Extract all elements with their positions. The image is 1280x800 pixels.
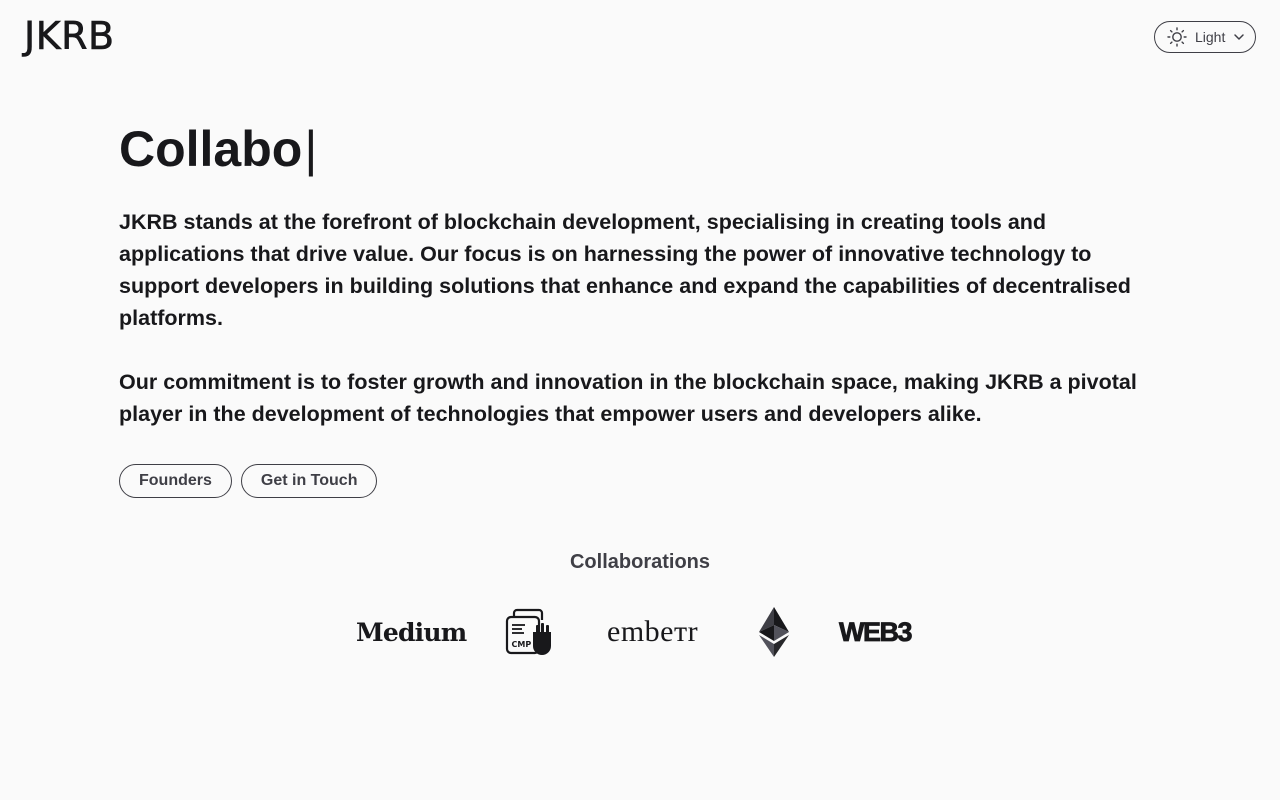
- founders-button[interactable]: Founders: [119, 464, 232, 498]
- partner-logos: Medium CMP embeтr WEB3: [0, 606, 1280, 658]
- page-title: Collabo|: [119, 116, 1161, 182]
- typed-headline: Collabo: [119, 121, 303, 177]
- theme-toggle-label: Light: [1195, 29, 1226, 45]
- cmp-logo[interactable]: CMP: [505, 608, 555, 656]
- typing-cursor: |: [304, 121, 318, 177]
- embetr-logo[interactable]: embeтr: [607, 615, 698, 648]
- collaborations-heading: Collaborations: [569, 551, 710, 573]
- web3-logo[interactable]: WEB3: [839, 616, 913, 648]
- site-header: JKRB Light: [0, 0, 1280, 76]
- get-in-touch-button[interactable]: Get in Touch: [240, 464, 378, 498]
- hero-section: Collabo| JKRB stands at the forefront of…: [119, 116, 1161, 498]
- theme-toggle-button[interactable]: Light: [1154, 21, 1256, 53]
- medium-logo[interactable]: Medium: [356, 616, 467, 648]
- cta-buttons: Founders Get in Touch: [119, 464, 1161, 498]
- commitment-paragraph: Our commitment is to foster growth and i…: [119, 370, 1137, 426]
- ethereum-icon[interactable]: [758, 607, 790, 657]
- chevron-down-icon: [1233, 31, 1245, 43]
- site-logo[interactable]: JKRB: [24, 17, 115, 56]
- cmp-logo-text: CMP: [512, 640, 532, 649]
- sun-icon: [1167, 27, 1187, 47]
- intro-paragraph: JKRB stands at the forefront of blockcha…: [119, 210, 1131, 330]
